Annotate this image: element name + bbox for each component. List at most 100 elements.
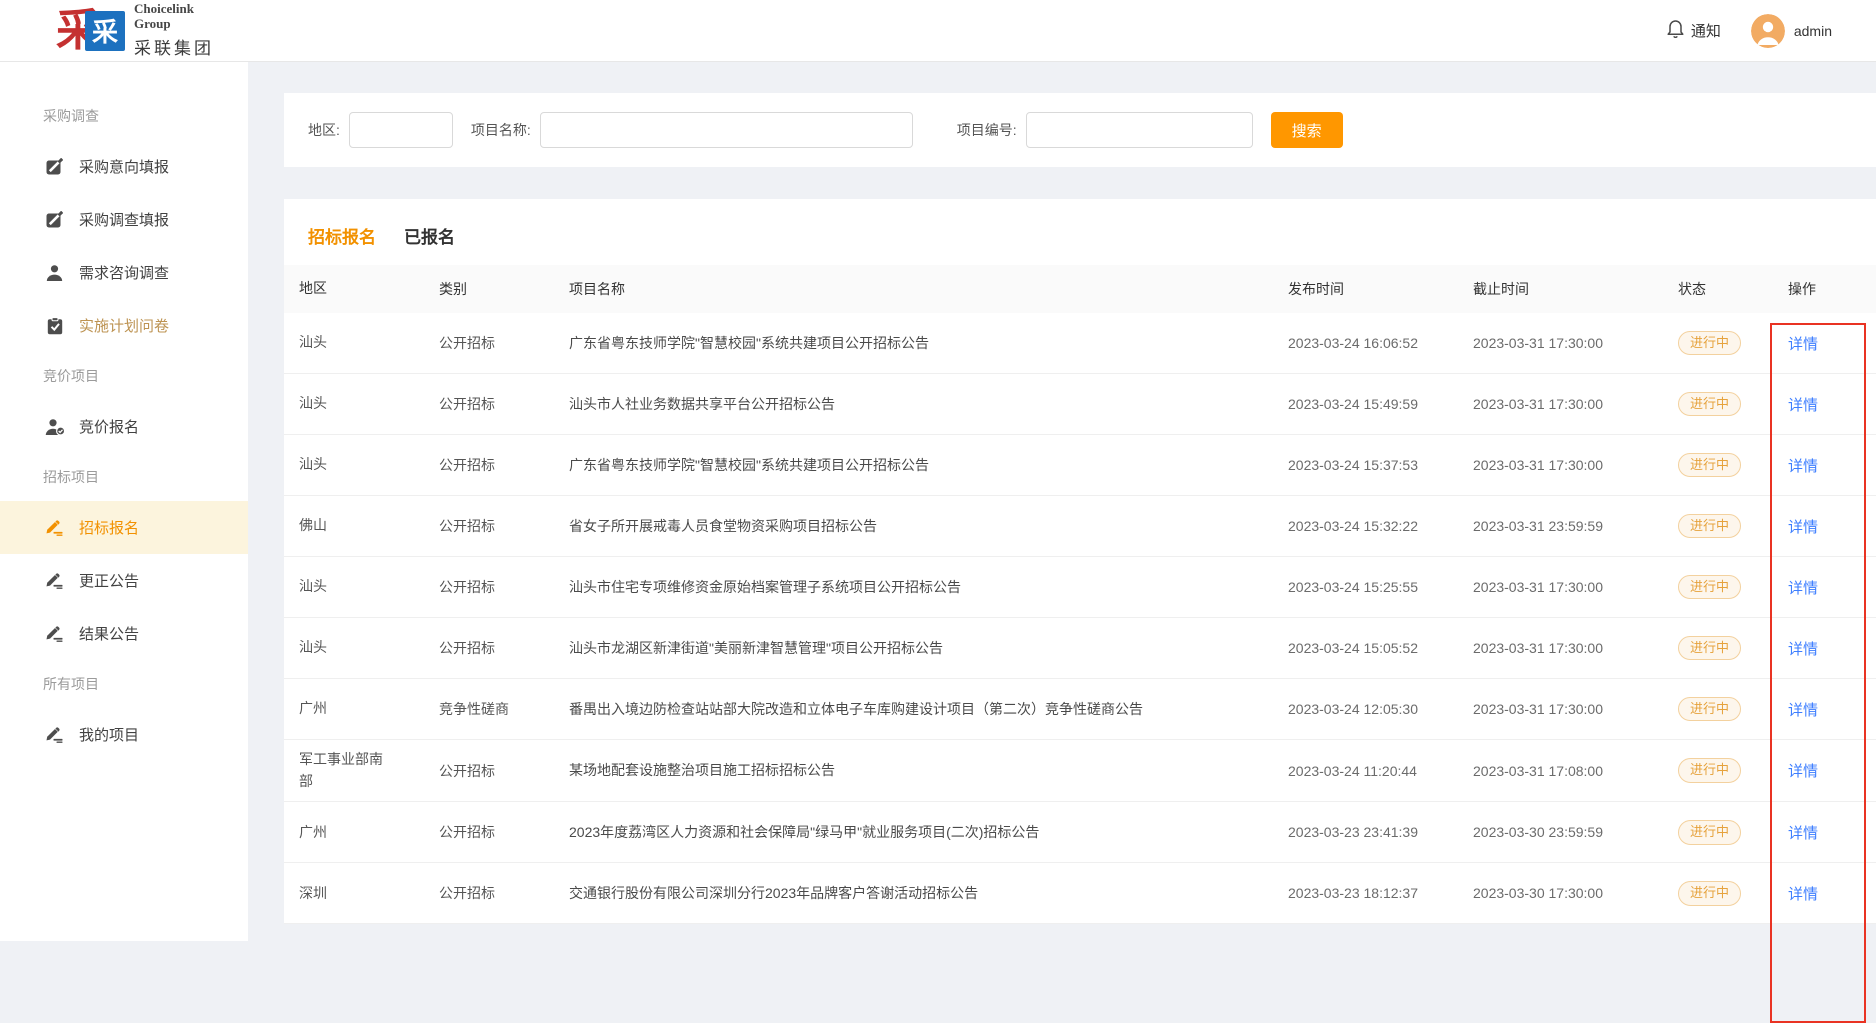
sidebar-item[interactable]: 采购调查填报 [0, 193, 248, 246]
cell-region: 汕头 [299, 567, 439, 607]
sidebar-item[interactable]: 我的项目 [0, 708, 248, 761]
status-badge: 进行中 [1678, 881, 1741, 906]
table-row: 汕头 公开招标 广东省粤东技师学院"智慧校园"系统共建项目公开招标公告 2023… [284, 435, 1876, 496]
cell-project-name: 广东省粤东技师学院"智慧校园"系统共建项目公开招标公告 [569, 446, 1288, 485]
sidebar-item-label: 采购意向填报 [79, 156, 169, 177]
cell-project-name: 某场地配套设施整治项目施工招标招标公告 [569, 751, 1288, 790]
column-header: 操作 [1788, 270, 1876, 308]
region-input[interactable] [349, 112, 453, 148]
detail-link[interactable]: 详情 [1788, 825, 1818, 842]
cell-category: 公开招标 [439, 385, 569, 423]
sidebar-item-label: 我的项目 [79, 724, 139, 745]
sidebar-item[interactable]: 采购意向填报 [0, 140, 248, 193]
search-button[interactable]: 搜索 [1271, 112, 1343, 148]
table-row: 佛山 公开招标 省女子所开展戒毒人员食堂物资采购项目招标公告 2023-03-2… [284, 496, 1876, 557]
status-badge: 进行中 [1678, 514, 1741, 539]
cell-project-name: 广东省粤东技师学院"智慧校园"系统共建项目公开招标公告 [569, 324, 1288, 363]
tabs: 招标报名 已报名 [284, 219, 1876, 251]
cell-publish-time: 2023-03-23 18:12:37 [1288, 876, 1473, 910]
cell-project-name: 番禺出入境边防检查站站部大院改造和立体电子车库购建设计项目（第二次）竞争性磋商公… [569, 690, 1288, 729]
sidebar-item-label: 竞价报名 [79, 416, 139, 437]
notification-label: 通知 [1691, 20, 1721, 41]
top-bar: 采 采 ChoicelinkGroup 采联集团 通知 admin [0, 0, 1876, 62]
logo-text: ChoicelinkGroup 采联集团 [134, 2, 214, 59]
sidebar: 采购调查 采购意向填报 采购调查填报 需求咨询调查 实施计划问卷 竞价项目 竞价… [0, 62, 248, 941]
logo-name-zh: 采联集团 [134, 34, 214, 59]
cell-deadline-time: 2023-03-30 17:30:00 [1473, 876, 1678, 910]
cell-deadline-time: 2023-03-31 23:59:59 [1473, 509, 1678, 543]
detail-link[interactable]: 详情 [1788, 763, 1818, 780]
sidebar-section-label: 竞价项目 [0, 352, 248, 400]
cell-deadline-time: 2023-03-31 17:30:00 [1473, 631, 1678, 665]
cell-region: 汕头 [299, 445, 439, 485]
table-header: 地区类别项目名称发布时间截止时间状态操作 [284, 265, 1876, 313]
sidebar-item[interactable]: 需求咨询调查 [0, 246, 248, 299]
logo: 采 采 ChoicelinkGroup 采联集团 [56, 2, 214, 59]
table-row: 军工事业部南部 公开招标 某场地配套设施整治项目施工招标招标公告 2023-03… [284, 740, 1876, 802]
cell-publish-time: 2023-03-24 12:05:30 [1288, 692, 1473, 726]
table-row: 深圳 公开招标 交通银行股份有限公司深圳分行2023年品牌客户答谢活动招标公告 … [284, 863, 1876, 924]
detail-link[interactable]: 详情 [1788, 397, 1818, 414]
project-name-label: 项目名称: [471, 120, 531, 140]
cell-category: 公开招标 [439, 568, 569, 606]
detail-link[interactable]: 详情 [1788, 336, 1818, 353]
sidebar-section-label: 采购调查 [0, 92, 248, 140]
cell-publish-time: 2023-03-24 15:32:22 [1288, 509, 1473, 543]
cell-region: 军工事业部南部 [299, 740, 439, 801]
cell-deadline-time: 2023-03-31 17:30:00 [1473, 326, 1678, 360]
region-filter: 地区: [308, 112, 453, 148]
cell-publish-time: 2023-03-24 11:20:44 [1288, 754, 1473, 788]
cell-region: 广州 [299, 689, 439, 729]
detail-link[interactable]: 详情 [1788, 580, 1818, 597]
column-header: 状态 [1678, 270, 1788, 308]
sidebar-item[interactable]: 实施计划问卷 [0, 299, 248, 352]
sidebar-item[interactable]: 招标报名 [0, 501, 248, 554]
column-header: 截止时间 [1473, 270, 1678, 308]
main-content: 地区: 项目名称: 项目编号: 搜索 招标报名 已报名 地区类别项目名称发布时间… [248, 62, 1876, 941]
tab-registered[interactable]: 已报名 [404, 223, 455, 248]
cell-deadline-time: 2023-03-31 17:30:00 [1473, 387, 1678, 421]
cell-category: 公开招标 [439, 446, 569, 484]
cell-project-name: 汕头市人社业务数据共享平台公开招标公告 [569, 385, 1288, 424]
tab-bid-registration[interactable]: 招标报名 [308, 223, 376, 248]
cell-category: 公开招标 [439, 324, 569, 362]
logo-blue-mark: 采 [85, 11, 125, 51]
pencil-icon [44, 572, 65, 589]
cell-category: 公开招标 [439, 813, 569, 851]
cell-publish-time: 2023-03-24 15:25:55 [1288, 570, 1473, 604]
status-badge: 进行中 [1678, 820, 1741, 845]
region-label: 地区: [308, 120, 340, 140]
detail-link[interactable]: 详情 [1788, 458, 1818, 475]
project-number-input[interactable] [1026, 112, 1253, 148]
cell-region: 广州 [299, 813, 439, 853]
column-header: 类别 [439, 270, 569, 308]
cell-deadline-time: 2023-03-30 23:59:59 [1473, 815, 1678, 849]
pencil-icon [44, 726, 65, 743]
table-body: 汕头 公开招标 广东省粤东技师学院"智慧校园"系统共建项目公开招标公告 2023… [284, 313, 1876, 924]
sidebar-item-label: 实施计划问卷 [79, 315, 169, 336]
user-menu[interactable]: admin [1751, 14, 1832, 48]
edit-square-icon [44, 211, 65, 228]
detail-link[interactable]: 详情 [1788, 519, 1818, 536]
top-right: 通知 admin [1666, 14, 1832, 48]
detail-link[interactable]: 详情 [1788, 641, 1818, 658]
cell-publish-time: 2023-03-24 15:05:52 [1288, 631, 1473, 665]
project-name-input[interactable] [540, 112, 913, 148]
sidebar-section-label: 招标项目 [0, 453, 248, 501]
cell-category: 公开招标 [439, 507, 569, 545]
sidebar-item[interactable]: 竞价报名 [0, 400, 248, 453]
cell-region: 汕头 [299, 384, 439, 424]
detail-link[interactable]: 详情 [1788, 886, 1818, 903]
status-badge: 进行中 [1678, 758, 1741, 783]
project-number-filter: 项目编号: [957, 112, 1253, 148]
cell-project-name: 省女子所开展戒毒人员食堂物资采购项目招标公告 [569, 507, 1288, 546]
notification-button[interactable]: 通知 [1666, 18, 1721, 43]
sidebar-item[interactable]: 更正公告 [0, 554, 248, 607]
detail-link[interactable]: 详情 [1788, 702, 1818, 719]
sidebar-item[interactable]: 结果公告 [0, 607, 248, 660]
cell-project-name: 汕头市龙湖区新津街道"美丽新津智慧管理"项目公开招标公告 [569, 629, 1288, 668]
table-row: 汕头 公开招标 汕头市龙湖区新津街道"美丽新津智慧管理"项目公开招标公告 202… [284, 618, 1876, 679]
project-name-filter: 项目名称: [471, 112, 939, 148]
cell-publish-time: 2023-03-24 15:49:59 [1288, 387, 1473, 421]
sidebar-item-label: 结果公告 [79, 623, 139, 644]
